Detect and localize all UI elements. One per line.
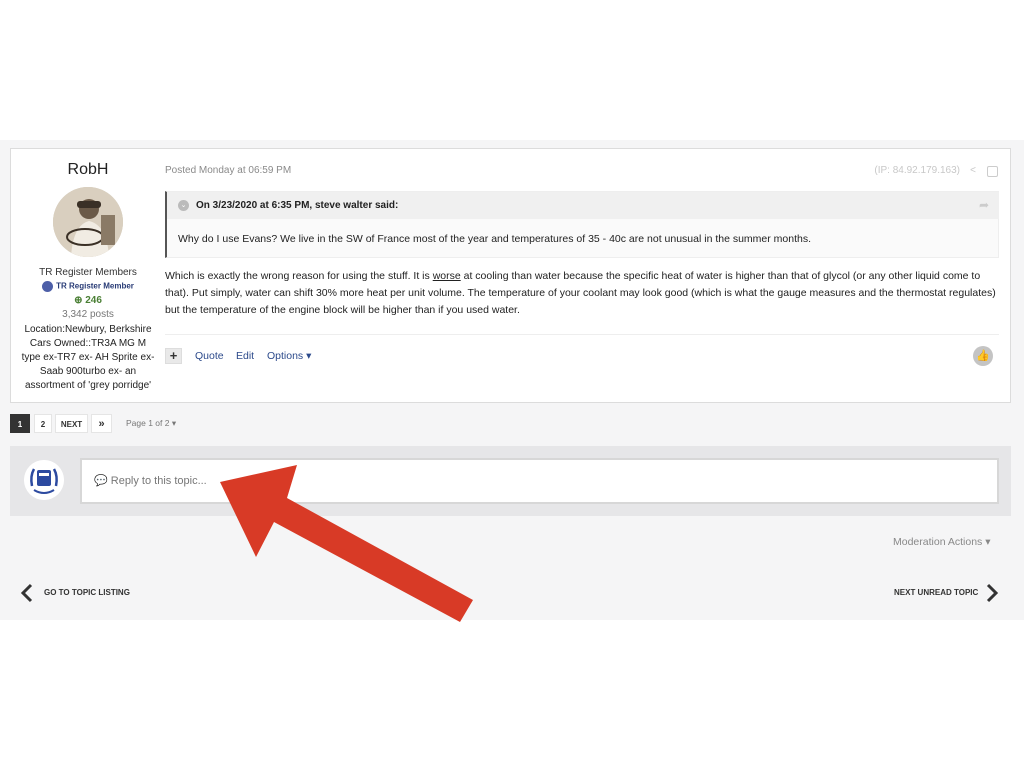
- quote-header: ⌄ On 3/23/2020 at 6:35 PM, steve walter …: [167, 192, 999, 219]
- quote-button[interactable]: Quote: [195, 350, 224, 362]
- reply-input[interactable]: 💬 Reply to this topic...: [80, 458, 999, 504]
- user-avatar[interactable]: [24, 460, 64, 500]
- moderation-actions-dropdown[interactable]: Moderation Actions ▾: [893, 536, 991, 548]
- go-to-topic-listing-label: GO TO TOPIC LISTING: [44, 588, 130, 597]
- post-body-underlined: worse: [432, 270, 461, 282]
- post-body: Which is exactly the wrong reason for us…: [165, 268, 1001, 319]
- reply-bar: 💬 Reply to this topic...: [10, 446, 1011, 516]
- page-2-button[interactable]: 2: [34, 414, 52, 433]
- badge-icon: [42, 281, 54, 292]
- forum-post: RobH TR Register Members TR Register Mem…: [10, 148, 1011, 403]
- page-1-button[interactable]: 1: [10, 414, 30, 433]
- quote-text: Why do I use Evans? We live in the SW of…: [178, 233, 812, 245]
- chevron-down-icon[interactable]: ⌄: [178, 200, 189, 211]
- reputation-plus-icon: ⊕: [74, 295, 83, 306]
- post-date[interactable]: Posted Monday at 06:59 PM: [165, 165, 291, 176]
- member-badge: TR Register Member: [11, 281, 165, 292]
- share-icon[interactable]: <: [970, 165, 976, 176]
- page-jump-dropdown[interactable]: Page 1 of 2 ▾: [126, 414, 176, 433]
- quote-block: ⌄ On 3/23/2020 at 6:35 PM, steve walter …: [165, 191, 999, 258]
- divider: [165, 334, 999, 335]
- author-cars: Cars Owned::TR3A MG M type ex-TR7 ex- AH…: [21, 338, 155, 391]
- author-name[interactable]: RobH: [11, 161, 165, 179]
- badge-label: TR Register Member: [56, 281, 134, 291]
- quote-citation: On 3/23/2020 at 6:35 PM, steve walter sa…: [196, 200, 399, 211]
- reputation-value: 246: [85, 295, 102, 306]
- chevron-left-icon: [20, 583, 33, 603]
- edit-button[interactable]: Edit: [236, 350, 254, 362]
- next-unread-topic-label: NEXT UNREAD TOPIC: [894, 588, 979, 597]
- post-body-part1: Which is exactly the wrong reason for us…: [165, 270, 433, 282]
- options-button[interactable]: Options ▾: [267, 350, 311, 362]
- chevron-right-icon: [986, 583, 999, 603]
- author-info: Location:Newbury, Berkshire Cars Owned::…: [21, 323, 155, 393]
- member-group: TR Register Members: [39, 267, 137, 278]
- last-page-button[interactable]: »: [91, 414, 112, 433]
- reputation: ⊕ 246: [11, 295, 165, 306]
- author-avatar[interactable]: [53, 187, 123, 257]
- select-checkbox[interactable]: [987, 166, 998, 177]
- like-icon[interactable]: 👍: [973, 346, 993, 366]
- post-count: 3,342 posts: [62, 309, 114, 320]
- quote-share-icon[interactable]: ➦: [979, 198, 989, 212]
- ip-address: (IP: 84.92.179.163): [874, 165, 960, 176]
- reply-placeholder: 💬 Reply to this topic...: [94, 475, 207, 487]
- multiquote-button[interactable]: +: [165, 348, 182, 364]
- author-location: Location:Newbury, Berkshire: [24, 324, 152, 335]
- next-page-button[interactable]: NEXT: [55, 414, 88, 433]
